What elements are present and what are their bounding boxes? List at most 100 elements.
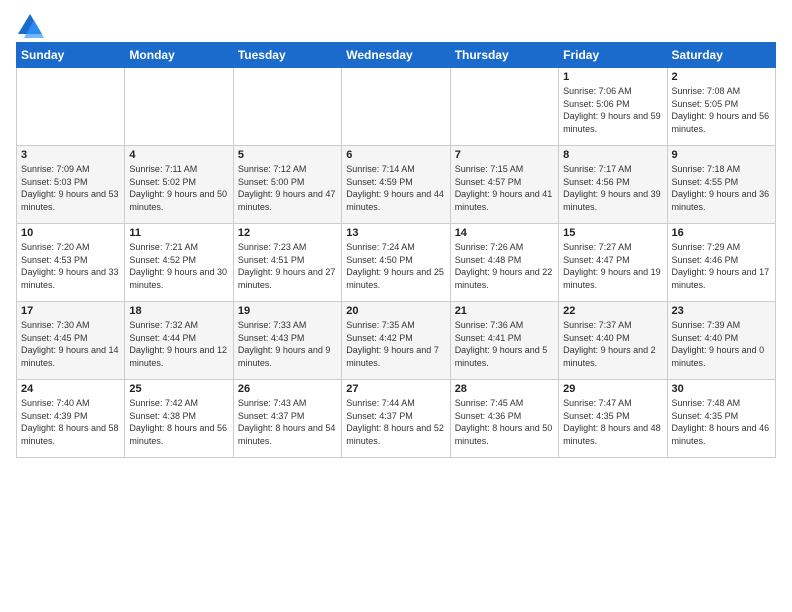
day-number: 9 [672,149,771,161]
day-cell: 4 Sunrise: 7:11 AM Sunset: 5:02 PM Daylig… [125,146,233,224]
weekday-header-row: SundayMondayTuesdayWednesdayThursdayFrid… [17,43,776,68]
day-info: Sunrise: 7:29 AM Sunset: 4:46 PM Dayligh… [672,241,771,291]
weekday-header-tuesday: Tuesday [233,43,341,68]
day-cell: 1 Sunrise: 7:06 AM Sunset: 5:06 PM Daylig… [559,68,667,146]
day-info: Sunrise: 7:33 AM Sunset: 4:43 PM Dayligh… [238,319,337,369]
weekday-header-friday: Friday [559,43,667,68]
day-info: Sunrise: 7:09 AM Sunset: 5:03 PM Dayligh… [21,163,120,213]
day-number: 27 [346,383,445,395]
day-info: Sunrise: 7:23 AM Sunset: 4:51 PM Dayligh… [238,241,337,291]
day-cell: 7Sunrise: 7:15 AM Sunset: 4:57 PM Daylig… [450,146,558,224]
day-info: Sunrise: 7:11 AM Sunset: 5:02 PM Dayligh… [129,163,228,213]
day-cell: 22 Sunrise: 7:37 AM Sunset: 4:40 PM Dayli… [559,302,667,380]
calendar-table: SundayMondayTuesdayWednesdayThursdayFrid… [16,42,776,458]
day-number: 15 [563,227,662,239]
day-cell: 27 Sunrise: 7:44 AM Sunset: 4:37 PM Dayli… [342,380,450,458]
day-number: 22 [563,305,662,317]
day-cell: 28Sunrise: 7:45 AM Sunset: 4:36 PM Dayli… [450,380,558,458]
day-info: Sunrise: 7:06 AM Sunset: 5:06 PM Dayligh… [563,85,662,135]
day-cell: 11 Sunrise: 7:21 AM Sunset: 4:52 PM Dayli… [125,224,233,302]
day-cell: 25 Sunrise: 7:42 AM Sunset: 4:38 PM Dayli… [125,380,233,458]
day-info: Sunrise: 7:17 AM Sunset: 4:56 PM Dayligh… [563,163,662,213]
day-cell [233,68,341,146]
day-number: 19 [238,305,337,317]
day-info: Sunrise: 7:44 AM Sunset: 4:37 PM Dayligh… [346,397,445,447]
day-cell: 29 Sunrise: 7:47 AM Sunset: 4:35 PM Dayli… [559,380,667,458]
logo-icon [16,12,44,40]
day-number: 6 [346,149,445,161]
day-cell: 18 Sunrise: 7:32 AM Sunset: 4:44 PM Dayli… [125,302,233,380]
day-number: 4 [129,149,228,161]
page-container: SundayMondayTuesdayWednesdayThursdayFrid… [0,0,792,466]
day-cell: 3Sunrise: 7:09 AM Sunset: 5:03 PM Daylig… [17,146,125,224]
logo [16,12,48,40]
day-cell: 23 Sunrise: 7:39 AM Sunset: 4:40 PM Dayli… [667,302,775,380]
week-row-4: 24Sunrise: 7:40 AM Sunset: 4:39 PM Dayli… [17,380,776,458]
day-info: Sunrise: 7:27 AM Sunset: 4:47 PM Dayligh… [563,241,662,291]
day-number: 20 [346,305,445,317]
day-info: Sunrise: 7:24 AM Sunset: 4:50 PM Dayligh… [346,241,445,291]
weekday-header-thursday: Thursday [450,43,558,68]
day-number: 26 [238,383,337,395]
day-cell: 30Sunrise: 7:48 AM Sunset: 4:35 PM Dayli… [667,380,775,458]
weekday-header-monday: Monday [125,43,233,68]
day-info: Sunrise: 7:36 AM Sunset: 4:41 PM Dayligh… [455,319,554,369]
day-cell: 13 Sunrise: 7:24 AM Sunset: 4:50 PM Dayli… [342,224,450,302]
day-info: Sunrise: 7:32 AM Sunset: 4:44 PM Dayligh… [129,319,228,369]
day-cell [450,68,558,146]
day-info: Sunrise: 7:15 AM Sunset: 4:57 PM Dayligh… [455,163,554,213]
day-cell: 2 Sunrise: 7:08 AM Sunset: 5:05 PM Daylig… [667,68,775,146]
day-number: 8 [563,149,662,161]
weekday-header-wednesday: Wednesday [342,43,450,68]
day-number: 11 [129,227,228,239]
day-cell: 14 Sunrise: 7:26 AM Sunset: 4:48 PM Dayli… [450,224,558,302]
day-cell: 17Sunrise: 7:30 AM Sunset: 4:45 PM Dayli… [17,302,125,380]
day-info: Sunrise: 7:20 AM Sunset: 4:53 PM Dayligh… [21,241,120,291]
weekday-header-saturday: Saturday [667,43,775,68]
day-number: 23 [672,305,771,317]
day-cell: 6 Sunrise: 7:14 AM Sunset: 4:59 PM Daylig… [342,146,450,224]
day-number: 21 [455,305,554,317]
day-cell: 19 Sunrise: 7:33 AM Sunset: 4:43 PM Dayli… [233,302,341,380]
day-number: 13 [346,227,445,239]
day-info: Sunrise: 7:14 AM Sunset: 4:59 PM Dayligh… [346,163,445,213]
day-info: Sunrise: 7:18 AM Sunset: 4:55 PM Dayligh… [672,163,771,213]
week-row-1: 3Sunrise: 7:09 AM Sunset: 5:03 PM Daylig… [17,146,776,224]
day-cell: 26 Sunrise: 7:43 AM Sunset: 4:37 PM Dayli… [233,380,341,458]
day-cell [125,68,233,146]
week-row-0: 1 Sunrise: 7:06 AM Sunset: 5:06 PM Daylig… [17,68,776,146]
day-number: 1 [563,71,662,83]
day-info: Sunrise: 7:42 AM Sunset: 4:38 PM Dayligh… [129,397,228,447]
day-number: 14 [455,227,554,239]
day-info: Sunrise: 7:12 AM Sunset: 5:00 PM Dayligh… [238,163,337,213]
day-info: Sunrise: 7:43 AM Sunset: 4:37 PM Dayligh… [238,397,337,447]
day-cell: 21 Sunrise: 7:36 AM Sunset: 4:41 PM Dayli… [450,302,558,380]
day-cell: 16Sunrise: 7:29 AM Sunset: 4:46 PM Dayli… [667,224,775,302]
day-info: Sunrise: 7:47 AM Sunset: 4:35 PM Dayligh… [563,397,662,447]
day-cell: 5Sunrise: 7:12 AM Sunset: 5:00 PM Daylig… [233,146,341,224]
day-cell [342,68,450,146]
day-info: Sunrise: 7:26 AM Sunset: 4:48 PM Dayligh… [455,241,554,291]
header [16,12,776,40]
day-info: Sunrise: 7:48 AM Sunset: 4:35 PM Dayligh… [672,397,771,447]
day-info: Sunrise: 7:37 AM Sunset: 4:40 PM Dayligh… [563,319,662,369]
day-info: Sunrise: 7:39 AM Sunset: 4:40 PM Dayligh… [672,319,771,369]
day-number: 29 [563,383,662,395]
day-cell: 12Sunrise: 7:23 AM Sunset: 4:51 PM Dayli… [233,224,341,302]
week-row-3: 17Sunrise: 7:30 AM Sunset: 4:45 PM Dayli… [17,302,776,380]
weekday-header-sunday: Sunday [17,43,125,68]
day-number: 10 [21,227,120,239]
day-info: Sunrise: 7:40 AM Sunset: 4:39 PM Dayligh… [21,397,120,447]
day-cell: 10 Sunrise: 7:20 AM Sunset: 4:53 PM Dayli… [17,224,125,302]
day-number: 2 [672,71,771,83]
day-cell: 24Sunrise: 7:40 AM Sunset: 4:39 PM Dayli… [17,380,125,458]
day-cell: 20 Sunrise: 7:35 AM Sunset: 4:42 PM Dayli… [342,302,450,380]
day-number: 18 [129,305,228,317]
day-cell [17,68,125,146]
day-info: Sunrise: 7:08 AM Sunset: 5:05 PM Dayligh… [672,85,771,135]
day-cell: 9 Sunrise: 7:18 AM Sunset: 4:55 PM Daylig… [667,146,775,224]
day-number: 25 [129,383,228,395]
day-info: Sunrise: 7:30 AM Sunset: 4:45 PM Dayligh… [21,319,120,369]
day-info: Sunrise: 7:21 AM Sunset: 4:52 PM Dayligh… [129,241,228,291]
day-info: Sunrise: 7:35 AM Sunset: 4:42 PM Dayligh… [346,319,445,369]
